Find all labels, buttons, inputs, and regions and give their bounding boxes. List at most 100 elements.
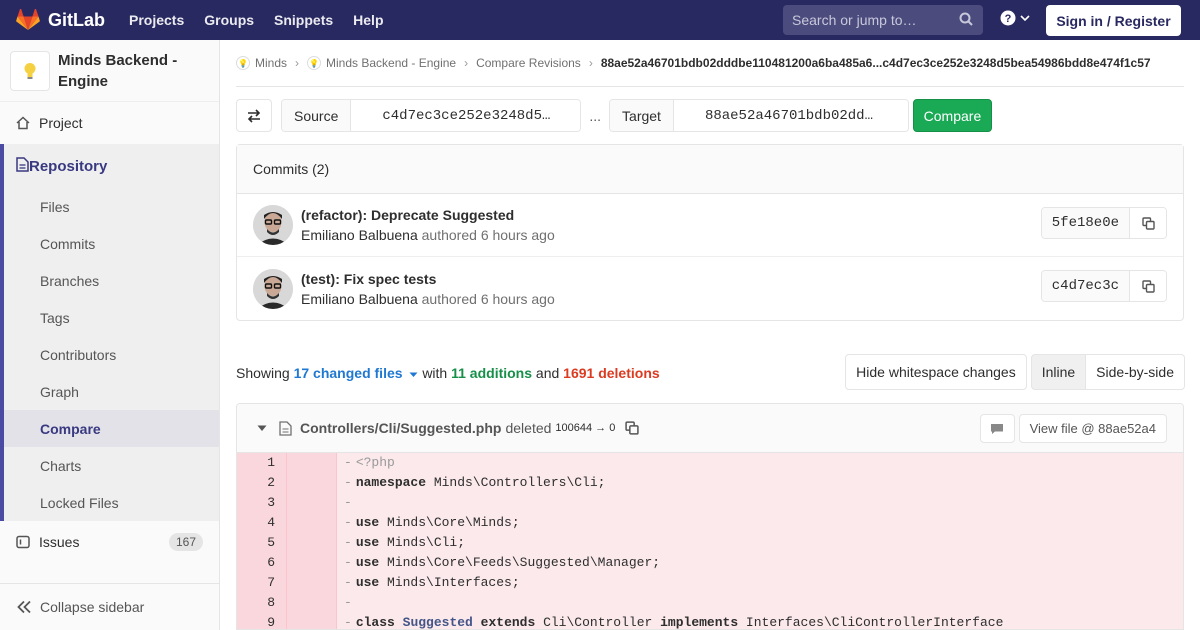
new-line-number: [287, 513, 337, 533]
nav-groups[interactable]: Groups: [204, 12, 254, 28]
code-class-name: Suggested: [402, 615, 473, 630]
swap-arrows-icon: [247, 108, 261, 123]
nav-snippets[interactable]: Snippets: [274, 12, 333, 28]
deletion-marker: -: [344, 475, 352, 490]
file-path[interactable]: Controllers/Cli/Suggested.php: [300, 420, 501, 436]
sidebar-item-label: Issues: [39, 534, 80, 550]
deletion-marker: -: [344, 495, 352, 510]
copy-sha-button[interactable]: [1130, 208, 1166, 238]
line-number[interactable]: 7: [237, 573, 287, 593]
commit-time: 6 hours ago: [480, 290, 555, 307]
sign-in-button[interactable]: Sign in / Register: [1046, 5, 1181, 36]
sidebar-subitem-charts[interactable]: Charts: [4, 447, 219, 484]
line-number[interactable]: 1: [237, 453, 287, 473]
line-number[interactable]: 3: [237, 493, 287, 513]
search-box[interactable]: [783, 5, 983, 35]
code-keyword: use: [355, 555, 380, 570]
breadcrumb-project[interactable]: 💡 Minds Backend - Engine: [307, 56, 456, 70]
changed-files-dropdown[interactable]: 17 changed files: [294, 365, 419, 381]
code-text: Minds\Cli;: [379, 535, 466, 550]
gitlab-logo[interactable]: GitLab: [16, 9, 105, 31]
deletions-count: 1691 deletions: [563, 364, 660, 381]
collapse-caret-icon[interactable]: [257, 425, 267, 432]
sidebar-subitem-files[interactable]: Files: [4, 188, 219, 225]
caret-down-icon: [409, 372, 418, 377]
swap-revisions-button[interactable]: [236, 99, 272, 132]
new-line-number: [287, 613, 337, 629]
deletion-marker: -: [344, 615, 352, 630]
code-content: - namespace Minds\Controllers\Cli;: [337, 473, 605, 493]
help-dropdown[interactable]: ?: [1000, 10, 1030, 26]
code-content: - class Suggested extends Cli\Controller …: [337, 613, 1003, 630]
code-keyword: use: [355, 515, 380, 530]
line-number[interactable]: 5: [237, 533, 287, 553]
nav-help[interactable]: Help: [353, 12, 383, 28]
sidebar-subitem-commits[interactable]: Commits: [4, 225, 219, 262]
line-number[interactable]: 2: [237, 473, 287, 493]
view-file-button[interactable]: View file @ 88ae52a4: [1018, 414, 1167, 443]
diff-line: 2 - namespace Minds\Controllers\Cli;: [237, 473, 1183, 493]
double-chevron-left-icon: [17, 600, 31, 614]
code-text: Minds\Core\Feeds\Suggested\Manager;: [379, 555, 661, 570]
sidebar-subitem-graph[interactable]: Graph: [4, 373, 219, 410]
line-number[interactable]: 4: [237, 513, 287, 533]
sidebar-subitem-compare[interactable]: Compare: [4, 410, 219, 447]
sidebar-subitem-branches[interactable]: Branches: [4, 262, 219, 299]
commit-author[interactable]: Emiliano Balbuena: [301, 291, 418, 307]
code-keyword: use: [355, 535, 380, 550]
compare-button[interactable]: Compare: [912, 99, 992, 132]
top-navbar: GitLab Projects Groups Snippets Help ? S…: [0, 0, 1200, 40]
new-line-number: [287, 533, 337, 553]
sidebar-item-project[interactable]: Project: [0, 102, 219, 144]
diff-code-body: 1- <?php 2- namespace Minds\Controllers\Cli…: [237, 453, 1183, 630]
sidebar-item-label: Project: [39, 115, 83, 131]
toggle-comments-button[interactable]: [979, 414, 1015, 443]
commit-author[interactable]: Emiliano Balbuena: [301, 227, 418, 243]
nav-projects[interactable]: Projects: [129, 12, 184, 28]
deletion-marker: -: [344, 535, 352, 550]
hide-whitespace-button[interactable]: Hide whitespace changes: [845, 354, 1027, 390]
breadcrumb-compare-revisions[interactable]: Compare Revisions: [476, 56, 581, 70]
file-icon: [279, 420, 292, 436]
target-revision-dropdown[interactable]: 88ae52a46701bdb02dd…: [673, 100, 908, 131]
issues-icon: [16, 535, 34, 549]
avatar[interactable]: [253, 268, 293, 309]
sidebar-subitem-tags[interactable]: Tags: [4, 299, 219, 336]
sidebar-item-issues[interactable]: Issues 167: [0, 521, 219, 563]
deletion-marker: -: [344, 595, 352, 610]
lightbulb-icon: [24, 62, 36, 79]
commit-info: (refactor): Deprecate Suggested Emiliano…: [301, 205, 555, 245]
line-number[interactable]: 6: [237, 553, 287, 573]
line-number[interactable]: 9: [237, 613, 287, 629]
breadcrumb-minds[interactable]: 💡 Minds: [236, 56, 287, 70]
code-text: Minds\Interfaces;: [379, 575, 520, 590]
sidebar-subitem-locked-files[interactable]: Locked Files: [4, 484, 219, 521]
side-by-side-button[interactable]: Side-by-side: [1086, 354, 1185, 390]
changed-files-label: 17 changed files: [293, 364, 403, 381]
commit-verb: authored: [421, 227, 477, 243]
sidebar-item-repository[interactable]: Repository: [4, 144, 219, 188]
collapse-sidebar-button[interactable]: Collapse sidebar: [0, 583, 220, 630]
copy-sha-button[interactable]: [1130, 271, 1166, 301]
search-input[interactable]: [792, 12, 952, 28]
commit-title[interactable]: (refactor): Deprecate Suggested: [301, 205, 555, 225]
sidebar-subitem-contributors[interactable]: Contributors: [4, 336, 219, 373]
commit-title[interactable]: (test): Fix spec tests: [301, 269, 555, 289]
line-number[interactable]: 8: [237, 593, 287, 613]
commit-meta: Emiliano Balbuena authored 6 hours ago: [301, 289, 555, 309]
deletion-marker: -: [344, 515, 352, 530]
source-revision-dropdown[interactable]: c4d7ec3ce252e3248d5…: [351, 100, 581, 131]
avatar[interactable]: [253, 205, 293, 245]
sidebar-project-header[interactable]: Minds Backend - Engine: [0, 40, 219, 102]
breadcrumb-current[interactable]: 88ae52a46701bdb02dddbe110481200a6ba485a6…: [601, 56, 1151, 70]
lightbulb-icon: 💡: [236, 56, 250, 70]
copy-icon[interactable]: [625, 421, 640, 435]
breadcrumb: 💡 Minds › 💡 Minds Backend - Engine › Com…: [236, 40, 1184, 87]
commit-sha[interactable]: 5fe18e0e: [1041, 208, 1130, 238]
commit-sha[interactable]: c4d7ec3c: [1041, 271, 1130, 301]
chevron-right-icon: ›: [464, 56, 469, 70]
inline-view-button[interactable]: Inline: [1030, 354, 1087, 390]
main-content: 💡 Minds › 💡 Minds Backend - Engine › Com…: [236, 40, 1185, 630]
copy-icon: [1141, 216, 1155, 230]
